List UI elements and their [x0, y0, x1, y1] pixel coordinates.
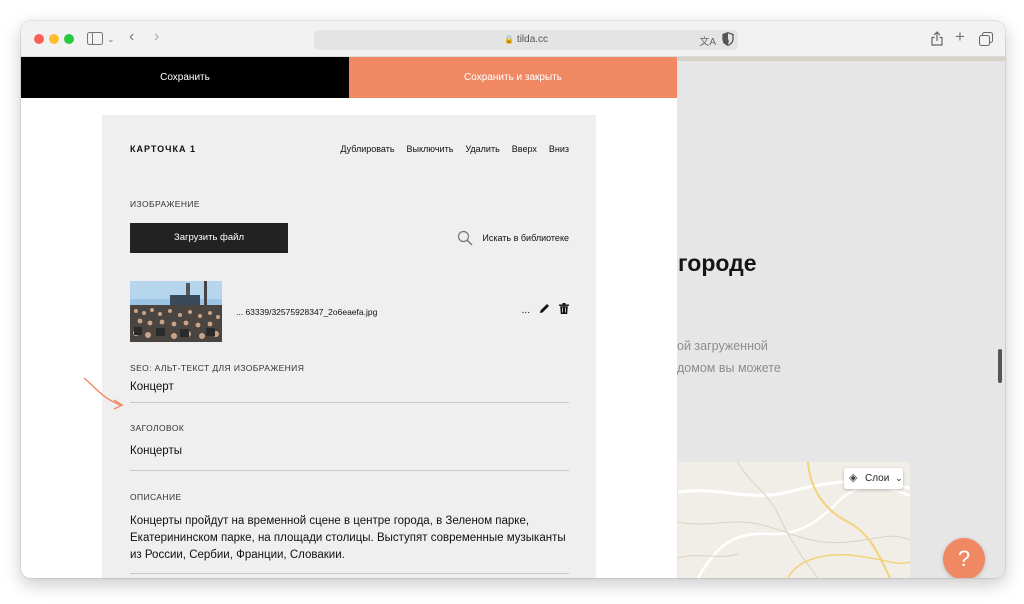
chevron-down-icon: ⌄ — [895, 473, 903, 483]
pointer-arrow-icon — [83, 377, 124, 410]
save-button[interactable]: Сохранить — [21, 57, 349, 98]
new-tab-icon[interactable]: + — [955, 28, 965, 45]
card-form: КАРТОЧКА 1 Дублировать Выключить Удалить… — [102, 115, 596, 578]
back-icon[interactable]: ‹ — [129, 29, 134, 45]
browser-window: ⌄ ‹ › 🔒tilda.cc 文A ↻ + городе ой загруже… — [21, 21, 1005, 578]
more-options-button[interactable]: ... — [522, 305, 530, 316]
heading-label: ЗАГОЛОВОК — [130, 423, 185, 433]
chevron-down-icon[interactable]: ⌄ — [107, 32, 115, 46]
file-tools: ... — [522, 303, 569, 317]
forward-icon[interactable]: › — [154, 29, 159, 45]
description-label: ОПИСАНИЕ — [130, 492, 182, 502]
page-content: городе ой загруженной домом вы можете ◈ … — [21, 57, 1005, 578]
page-scrollbar[interactable] — [998, 349, 1002, 383]
site-top-image-edge — [677, 57, 1005, 61]
address-bar[interactable]: 🔒tilda.cc 文A ↻ — [314, 30, 738, 50]
upload-file-button[interactable]: Загрузить файл — [130, 223, 288, 253]
heading-underline — [130, 470, 569, 471]
seo-alt-label: SEO: АЛЬТ-ТЕКСТ ДЛЯ ИЗОБРАЖЕНИЯ — [130, 363, 305, 373]
save-and-close-button[interactable]: Сохранить и закрыть — [349, 57, 677, 98]
seo-alt-underline — [130, 402, 569, 403]
image-label: ИЗОБРАЖЕНИЕ — [130, 199, 200, 209]
card-title: КАРТОЧКА 1 — [130, 144, 196, 154]
library-search-label: Искать в библиотеке — [482, 233, 569, 243]
lock-icon: 🔒 — [503, 35, 514, 44]
site-text-line: домом вы можете — [677, 361, 781, 375]
duplicate-button[interactable]: Дублировать — [340, 144, 394, 154]
file-name: ... 63339/32575928347_2o6eaefa.jpg — [236, 307, 378, 317]
site-text-line: ой загруженной — [677, 339, 768, 353]
share-icon[interactable] — [931, 31, 943, 48]
description-input[interactable]: Концерты пройдут на временной сцене в це… — [130, 513, 570, 564]
card-actions: Дублировать Выключить Удалить Вверх Вниз — [340, 144, 569, 154]
site-heading: городе — [678, 250, 757, 276]
layers-icon: ◈ — [849, 472, 858, 484]
card-editor-panel: Сохранить Сохранить и закрыть КАРТОЧКА 1… — [21, 57, 677, 578]
url-text: tilda.cc — [516, 34, 549, 45]
map-layers-label: Слои — [865, 473, 890, 484]
trash-icon[interactable] — [559, 303, 569, 317]
browser-titlebar: ⌄ ‹ › 🔒tilda.cc 文A ↻ + — [21, 21, 1005, 57]
maximize-window-button[interactable] — [64, 34, 74, 44]
move-up-button[interactable]: Вверх — [512, 144, 537, 154]
help-button[interactable]: ? — [943, 538, 985, 578]
shield-icon[interactable] — [722, 32, 734, 48]
close-window-button[interactable] — [34, 34, 44, 44]
move-down-button[interactable]: Вниз — [549, 144, 569, 154]
image-thumbnail[interactable] — [130, 281, 222, 342]
sidebar-toggle-icon[interactable] — [87, 32, 103, 47]
tab-overview-icon[interactable] — [979, 32, 993, 48]
minimize-window-button[interactable] — [49, 34, 59, 44]
library-search-link[interactable]: Искать в библиотеке — [457, 230, 569, 246]
heading-input[interactable]: Концерты — [130, 445, 182, 457]
edit-icon[interactable] — [539, 303, 550, 317]
delete-button[interactable]: Удалить — [465, 144, 499, 154]
disable-button[interactable]: Выключить — [407, 144, 454, 154]
map-layers-button[interactable]: ◈ Слои ⌄ — [844, 468, 903, 489]
seo-alt-input[interactable]: Концерт — [130, 381, 174, 393]
translate-icon[interactable]: 文A — [699, 33, 716, 53]
description-underline — [130, 573, 569, 574]
search-icon — [458, 230, 473, 246]
